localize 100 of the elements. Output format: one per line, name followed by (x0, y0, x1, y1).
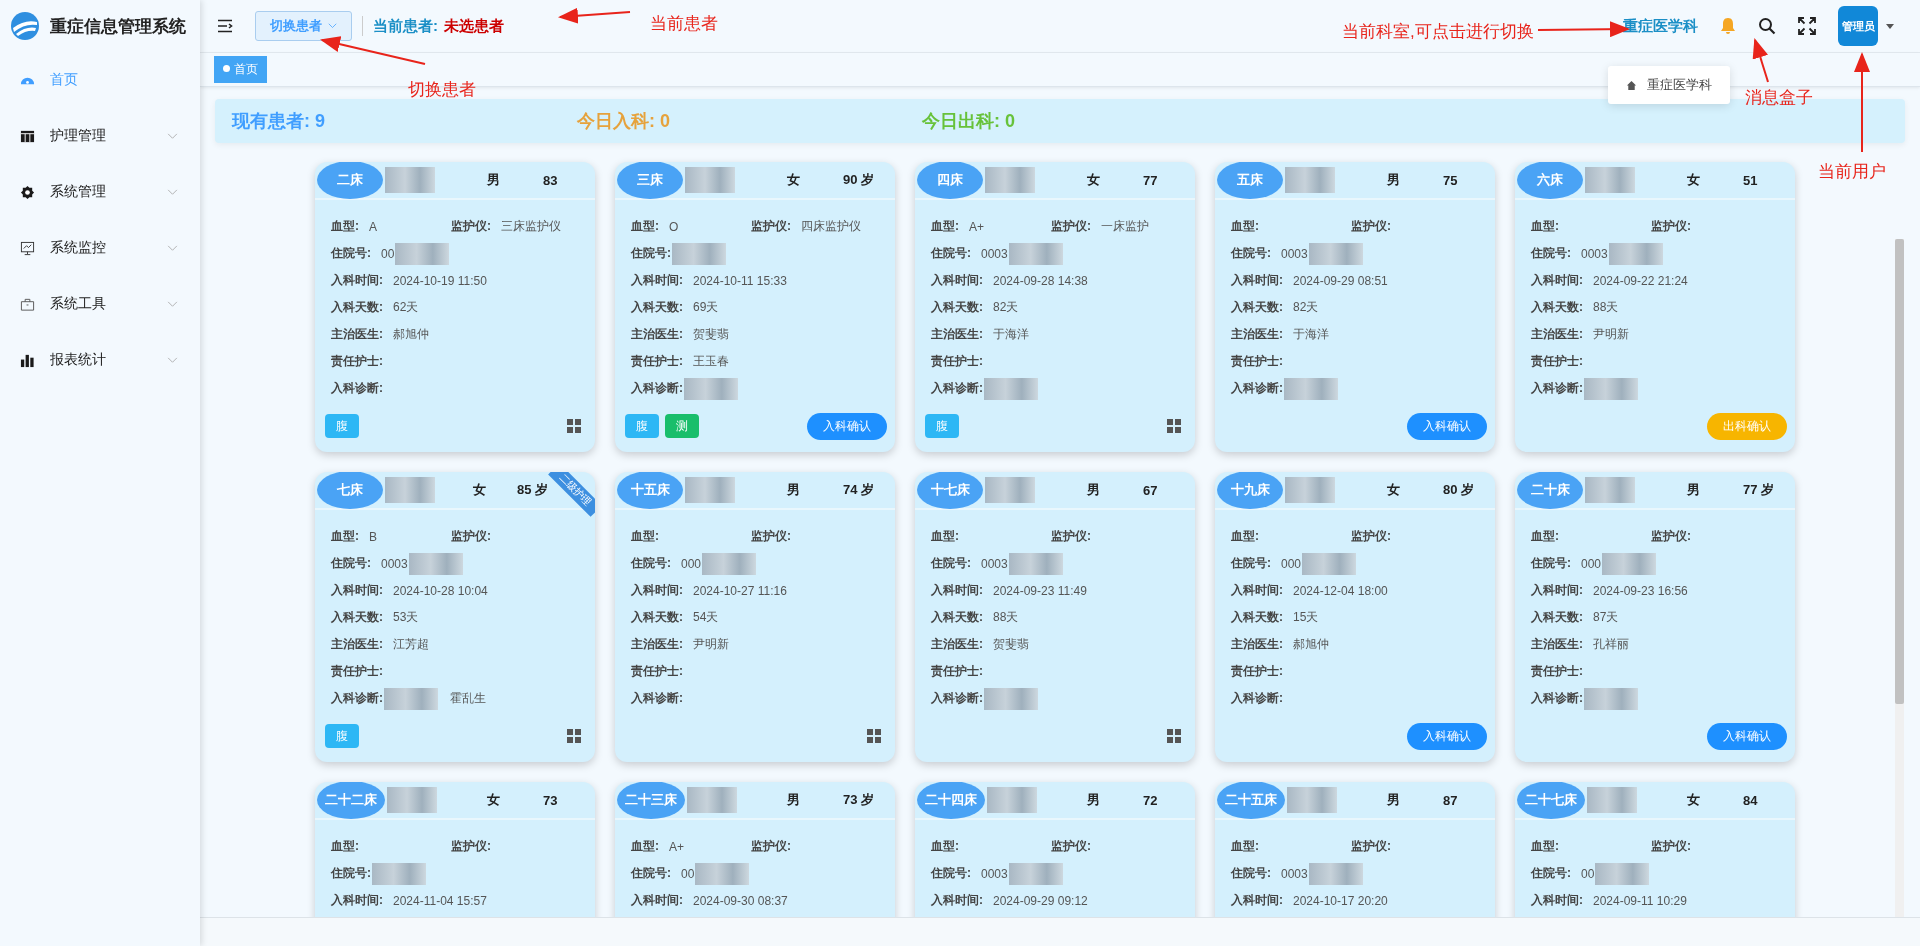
field-label: 入科时间: (631, 272, 683, 289)
field-value: A+ (969, 219, 984, 234)
field-value: 三床监护仪 (501, 218, 561, 235)
department-option[interactable]: 重症医学科 (1626, 76, 1712, 94)
field-value: 000 (1581, 556, 1602, 571)
patient-card[interactable]: 二十床 男 77 岁 血型: 监护仪: 住院号: 000 入科时间: 2024-09-23 16:56 入科天数: 87天 主治医生: 孔祥丽 责任护士: 入科诊断: 入科确认 (1515, 472, 1795, 762)
patient-card[interactable]: 二十四床 男 72 血型: 监护仪: 住院号: 0003 入科时间: 2024-09-29 09:12 (915, 782, 1195, 917)
field-label: 入科时间: (1231, 272, 1283, 289)
fullscreen-icon[interactable] (1798, 17, 1816, 35)
field-label: 住院号: (1231, 865, 1271, 882)
field-label: 监护仪: (1351, 838, 1391, 855)
collapse-menu-icon[interactable] (217, 19, 233, 33)
field-value: 郝旭仲 (393, 326, 429, 343)
field-value: O (669, 219, 679, 234)
table-icon (20, 128, 35, 144)
field-label: 监护仪: (1051, 838, 1091, 855)
sidebar-item[interactable]: 护理管理 (0, 108, 200, 164)
field-label: 入科时间: (331, 582, 383, 599)
redacted-block (1287, 787, 1337, 813)
field-label: 血型: (931, 838, 959, 855)
field-value: 2024-10-19 11:50 (393, 273, 487, 288)
gender-text: 男 (1087, 481, 1101, 499)
field-label: 主治医生: (1531, 326, 1583, 343)
field-value: 000 (1281, 556, 1302, 571)
field-label: 入科诊断: (631, 380, 683, 397)
sidebar-item[interactable]: 报表统计 (0, 332, 200, 388)
field-label: 住院号: (631, 865, 671, 882)
bed-badge: 五床 (1217, 162, 1283, 199)
grid-icon[interactable] (1167, 729, 1181, 743)
field-value: 于海洋 (993, 326, 1029, 343)
age-text: 90 岁 (843, 171, 876, 189)
bed-badge: 六床 (1517, 162, 1583, 199)
field-label: 责任护士: (931, 353, 983, 370)
gender-text: 女 (1687, 791, 1701, 809)
field-label: 入科时间: (931, 582, 983, 599)
field-label: 入科时间: (1231, 892, 1283, 909)
redacted-block (1585, 167, 1635, 193)
patient-card[interactable]: 六床 女 51 血型: 监护仪: 住院号: 0003 入科时间: 2024-09-22 21:24 入科天数: 88天 主治医生: 尹明新 责任护士: 入科诊断: 出科确认 (1515, 162, 1795, 452)
patient-card[interactable]: 二十三床 男 73 岁 血型: A+ 监护仪: 住院号: 00 入科时间: 2024-09-30 08:37 (615, 782, 895, 917)
age-text: 80 岁 (1443, 481, 1476, 499)
patient-card[interactable]: 十九床 女 80 岁 血型: 监护仪: 住院号: 000 入科时间: 2024-12-04 18:00 入科天数: 15天 主治医生: 郝旭仲 责任护士: 入科诊断: 入科确认 (1215, 472, 1495, 762)
patient-card[interactable]: 四床 女 77 血型: A+ 监护仪: 一床监护 住院号: 0003 入科时间: 2024-09-28 14:38 入科天数: 82天 主治医生: 于海洋 责任护士: 入科诊断: 腹 (915, 162, 1195, 452)
sidebar-item[interactable]: 系统监控 (0, 220, 200, 276)
patient-card[interactable]: 十七床 男 67 血型: 监护仪: 住院号: 0003 入科时间: 2024-09-23 11:49 入科天数: 88天 主治医生: 贺斐翡 责任护士: 入科诊断: (915, 472, 1195, 762)
grid-icon[interactable] (567, 729, 581, 743)
gender-text: 女 (787, 171, 801, 189)
age-text: 87 (1443, 792, 1459, 808)
field-label: 主治医生: (631, 326, 683, 343)
grid-icon[interactable] (867, 729, 881, 743)
redacted-block (985, 477, 1035, 503)
bed-badge: 二十二床 (317, 782, 385, 819)
field-label: 住院号: (1531, 865, 1571, 882)
field-label: 住院号: (631, 245, 671, 262)
field-label: 血型: (1231, 218, 1259, 235)
grid-icon[interactable] (567, 419, 581, 433)
field-label: 入科时间: (331, 892, 383, 909)
field-label: 责任护士: (331, 353, 383, 370)
patient-card[interactable]: 二十五床 男 87 血型: 监护仪: 住院号: 0003 入科时间: 2024-10-17 20:20 (1215, 782, 1495, 917)
search-icon[interactable] (1758, 17, 1776, 35)
field-label: 监护仪: (1051, 528, 1091, 545)
redacted-block (387, 787, 437, 813)
patient-card[interactable]: 二级护理 七床 女 85 岁 血型: B 监护仪: 住院号: 0003 入科时间: 2024-10-28 10:04 入科天数: 53天 主治医生: 江芳超 责任护士: 入科诊断: 霍乱生 腹 (315, 472, 595, 762)
patient-card[interactable]: 二十七床 女 84 血型: 监护仪: 住院号: 00 入科时间: 2024-09-11 10:29 (1515, 782, 1795, 917)
field-value: 江芳超 (393, 636, 429, 653)
field-value: 一床监护 (1101, 218, 1149, 235)
annotation-text: 当前患者 (650, 13, 718, 35)
field-label: 入科时间: (1531, 272, 1583, 289)
field-label: 住院号: (931, 555, 971, 572)
age-text: 74 岁 (843, 481, 876, 499)
gender-text: 男 (1687, 481, 1701, 499)
age-text: 67 (1143, 482, 1159, 498)
caret-down-icon[interactable] (1886, 23, 1894, 29)
field-label: 监护仪: (751, 218, 791, 235)
field-label: 住院号: (331, 555, 371, 572)
field-label: 监护仪: (1051, 218, 1091, 235)
stat-text: 今日出科: 0 (922, 110, 1016, 133)
gender-text: 女 (1387, 481, 1401, 499)
field-value: 54天 (693, 609, 719, 626)
patient-card[interactable]: 五床 男 75 血型: 监护仪: 住院号: 0003 入科时间: 2024-09-29 08:51 入科天数: 82天 主治医生: 于海洋 责任护士: 入科诊断: 入科确认 (1215, 162, 1495, 452)
field-value: 2024-09-29 08:51 (1293, 273, 1388, 288)
field-value: 2024-09-28 14:38 (993, 273, 1088, 288)
field-value: 2024-09-22 21:24 (1593, 273, 1688, 288)
sidebar-item[interactable]: 系统工具 (0, 276, 200, 332)
scrollbar-thumb[interactable] (1895, 239, 1904, 704)
age-text: 77 (1143, 172, 1159, 188)
field-label: 血型: (331, 528, 359, 545)
patient-card[interactable]: 二床 男 83 血型: A 监护仪: 三床监护仪 住院号: 00 入科时间: 2024-10-19 11:50 入科天数: 62天 主治医生: 郝旭仲 责任护士: 入科诊断: 腹 (315, 162, 595, 452)
field-label: 监护仪: (1651, 528, 1691, 545)
user-avatar[interactable]: 管理员 (1838, 6, 1878, 46)
grid-icon[interactable] (1167, 419, 1181, 433)
bed-badge: 二十七床 (1517, 782, 1585, 819)
sidebar-item[interactable]: 系统管理 (0, 164, 200, 220)
field-label: 入科天数: (1531, 609, 1583, 626)
field-label: 入科诊断: (1231, 690, 1283, 707)
app-title: 重症信息管理系统 (50, 15, 186, 38)
field-value: 87天 (1593, 609, 1619, 626)
bed-badge: 十七床 (917, 472, 983, 509)
patient-card[interactable]: 二十二床 女 73 血型: 监护仪: 住院号: 入科时间: 2024-11-04 15:57 (315, 782, 595, 917)
patient-card[interactable]: 十五床 男 74 岁 血型: 监护仪: 住院号: 000 入科时间: 2024-10-27 11:16 入科天数: 54天 主治医生: 尹明新 责任护士: 入科诊断: (615, 472, 895, 762)
field-label: 入科天数: (1531, 299, 1583, 316)
